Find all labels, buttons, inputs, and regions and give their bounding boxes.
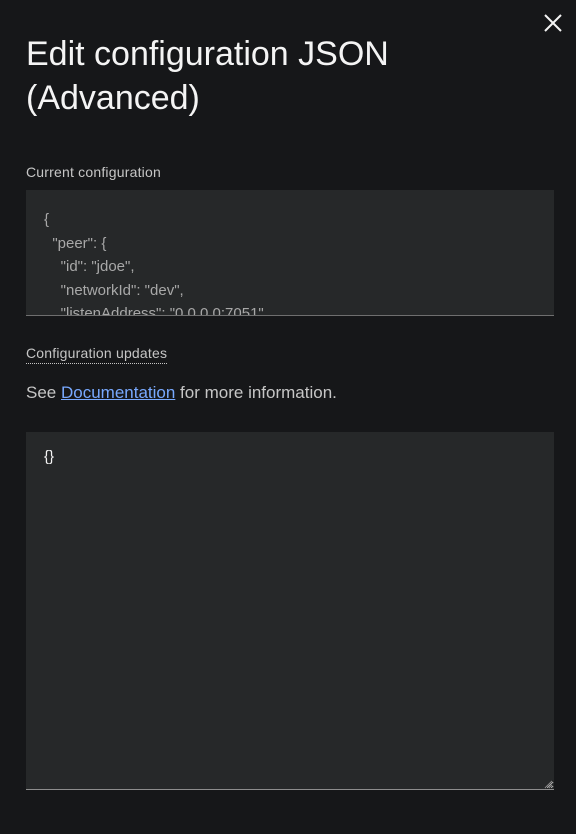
- code-line: {: [44, 211, 50, 228]
- current-config-label: Current configuration: [26, 164, 161, 180]
- modal-title: Edit configuration JSON (Advanced): [26, 32, 526, 120]
- current-config-viewer[interactable]: { "peer": { "id": "jdoe", "networkId": "…: [26, 190, 554, 316]
- resize-handle-icon[interactable]: [543, 779, 553, 789]
- helper-prefix: See: [26, 383, 61, 402]
- helper-text: See Documentation for more information.: [26, 381, 337, 405]
- code-line: "id": "jdoe",: [44, 258, 135, 275]
- code-line: "peer": {: [44, 234, 107, 252]
- code-line: "listenAddress": "0.0.0.0:7051",: [44, 305, 268, 316]
- modal-title-line-1: Edit configuration JSON: [26, 35, 389, 73]
- config-updates-label[interactable]: Configuration updates: [26, 344, 168, 364]
- close-icon: [544, 14, 562, 32]
- close-button[interactable]: [538, 8, 568, 38]
- helper-suffix: for more information.: [175, 383, 337, 402]
- edit-config-modal: Edit configuration JSON (Advanced) Curre…: [0, 0, 576, 834]
- code-line: "networkId": "dev",: [44, 281, 184, 299]
- documentation-link[interactable]: Documentation: [61, 383, 175, 402]
- config-updates-textarea[interactable]: {}: [26, 432, 554, 790]
- modal-title-line-2: (Advanced): [26, 79, 200, 117]
